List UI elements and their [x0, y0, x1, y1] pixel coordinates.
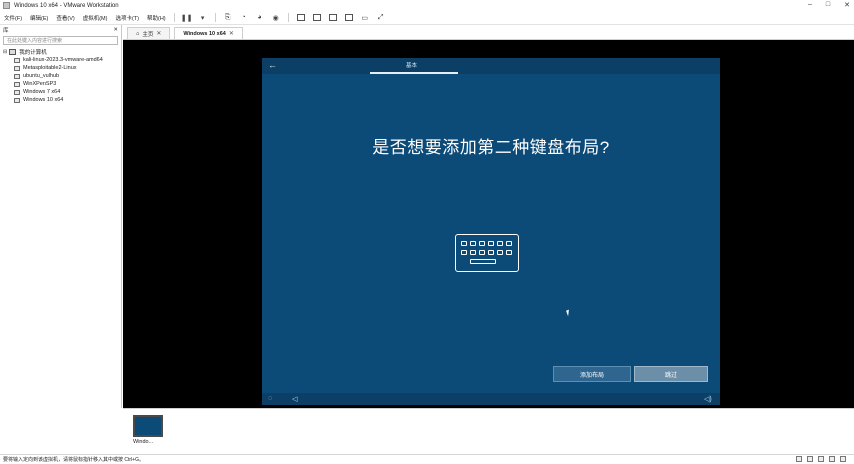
menu-file[interactable]: 文件(F): [0, 14, 26, 22]
vm-thumbnail-screen: [133, 415, 163, 437]
keyboard-icon: [455, 234, 519, 272]
tab-label: 主页: [142, 31, 154, 38]
sound-icon[interactable]: [840, 456, 846, 462]
setup-progress-indicator: [370, 72, 458, 74]
menu-tabs[interactable]: 选项卡(T): [111, 14, 143, 22]
vmware-app-icon: [3, 2, 10, 9]
guest-screen[interactable]: ← 基本 是否想要添加第二种键盘布局? 添加布局 跳过 ◌ ◁ ◁): [262, 58, 720, 405]
menu-view[interactable]: 查看(V): [52, 14, 78, 22]
vm-tree: ⊟ 我的计算机 kali-linux-2023.3-vmware-amd64 M…: [0, 48, 121, 104]
usb-icon[interactable]: [829, 456, 835, 462]
vm-icon: [14, 57, 20, 63]
setup-progress-label: 基本: [406, 63, 418, 69]
toolbar-separator: [214, 13, 216, 22]
close-tab-icon[interactable]: ✕: [156, 30, 161, 37]
library-search-input[interactable]: 在此处键入内容进行搜索: [3, 36, 118, 45]
menu-bar: 文件(F) 编辑(E) 查看(V) 虚拟机(M) 选项卡(T) 帮助(H) ❚❚…: [0, 11, 854, 25]
menu-vm[interactable]: 虚拟机(M): [79, 14, 112, 22]
unity-icon[interactable]: [344, 13, 354, 22]
status-bar: 要将输入定向到该虚拟机，请将鼠标指针移入其中或按 Ctrl+G。: [0, 454, 854, 464]
close-library-icon[interactable]: ✕: [113, 27, 118, 33]
vm-thumbnail[interactable]: Windo...: [133, 415, 165, 451]
vm-icon: [14, 81, 20, 87]
toolbar-separator: [287, 13, 289, 22]
setup-header: ← 基本: [262, 58, 720, 74]
mouse-cursor-icon: [566, 309, 571, 317]
close-icon[interactable]: ✕: [844, 1, 850, 9]
cd-drive-icon[interactable]: [807, 456, 813, 462]
volume-icon[interactable]: ◁): [704, 395, 712, 403]
back-arrow-icon[interactable]: ←: [268, 60, 277, 70]
network-icon[interactable]: [818, 456, 824, 462]
thumbnail-bar-icon[interactable]: [312, 13, 322, 22]
computer-icon: [9, 49, 17, 55]
library-search-placeholder: 在此处键入内容进行搜索: [7, 38, 63, 44]
window-controls: – □ ✕: [808, 1, 850, 9]
stretch-guest-icon[interactable]: ⤢: [376, 13, 386, 22]
full-screen-icon[interactable]: [328, 13, 338, 22]
audio-icon[interactable]: ◁: [292, 395, 297, 403]
library-title: 库: [3, 28, 9, 34]
title-bar: Windows 10 x64 - VMware Workstation – □ …: [0, 0, 854, 11]
revert-snapshot-icon[interactable]: ◕: [255, 13, 265, 22]
tree-item-label: WinXPenSP3: [23, 81, 57, 87]
keyboard-row: [461, 250, 512, 255]
tab-label: Windows 10 x64: [183, 30, 226, 37]
library-header: 库 ✕: [0, 25, 121, 35]
library-sidebar: 库 ✕ 在此处键入内容进行搜索 ⊟ 我的计算机 kali-linux-2023.…: [0, 25, 122, 408]
status-text: 要将输入定向到该虚拟机，请将鼠标指针移入其中或按 Ctrl+G。: [3, 457, 144, 463]
toolbar-separator: [173, 13, 175, 22]
snapshot-manager-icon[interactable]: ◉: [271, 13, 281, 22]
tree-item-win7[interactable]: Windows 7 x64: [0, 88, 121, 96]
minimize-icon[interactable]: –: [808, 1, 812, 9]
vm-icon: [14, 73, 20, 79]
tree-item-win10[interactable]: Windows 10 x64: [0, 96, 121, 104]
vm-console[interactable]: ← 基本 是否想要添加第二种键盘布局? 添加布局 跳过 ◌ ◁ ◁): [123, 40, 854, 408]
tree-item-label: Metasploitable2-Linux: [23, 65, 77, 71]
tree-root-label: 我的计算机: [19, 50, 47, 56]
vm-icon: [14, 65, 20, 71]
dropdown-icon[interactable]: ▾: [198, 13, 208, 22]
pause-icon[interactable]: ❚❚: [181, 13, 193, 22]
menu-help[interactable]: 帮助(H): [143, 14, 170, 22]
vm-thumbnail-label: Windo...: [133, 439, 154, 445]
skip-button[interactable]: 跳过: [634, 366, 708, 382]
tree-item-label: ubuntu_vulhub: [23, 73, 60, 79]
keyboard-row: [470, 259, 496, 264]
menu-edit[interactable]: 编辑(E): [26, 14, 52, 22]
add-layout-button[interactable]: 添加布局: [553, 366, 631, 382]
tree-item-label: kali-linux-2023.3-vmware-amd64: [23, 57, 103, 63]
vm-icon: [14, 97, 20, 103]
tree-root-my-computer[interactable]: ⊟ 我的计算机: [0, 48, 121, 56]
window-title: Windows 10 x64 - VMware Workstation: [14, 2, 119, 9]
snapshot-icon[interactable]: ◔: [239, 13, 249, 22]
device-status-icons: [796, 456, 846, 462]
tree-item-ubuntu[interactable]: ubuntu_vulhub: [0, 72, 121, 80]
vm-icon: [14, 89, 20, 95]
tab-bar: ⌂ 主页 ✕ Windows 10 x64 ✕: [123, 25, 854, 40]
collapse-icon[interactable]: ⊟: [3, 49, 7, 55]
keyboard-row: [461, 241, 512, 246]
setup-footer: ◌ ◁ ◁): [262, 393, 720, 405]
tree-item-label: Windows 7 x64: [23, 89, 61, 95]
ease-of-access-icon[interactable]: ◌: [268, 395, 272, 402]
thumbnail-bar: Windo...: [123, 408, 854, 454]
maximize-icon[interactable]: □: [826, 1, 830, 9]
tab-windows-10[interactable]: Windows 10 x64 ✕: [174, 27, 243, 39]
tab-home[interactable]: ⌂ 主页 ✕: [127, 27, 171, 39]
tree-item-label: Windows 10 x64: [23, 97, 64, 103]
tree-item-kali[interactable]: kali-linux-2023.3-vmware-amd64: [0, 56, 121, 64]
console-view-icon[interactable]: ▭: [360, 13, 370, 22]
show-library-icon[interactable]: [296, 13, 306, 22]
tree-item-metasploitable[interactable]: Metasploitable2-Linux: [0, 64, 121, 72]
tree-item-winxp[interactable]: WinXPenSP3: [0, 80, 121, 88]
setup-heading: 是否想要添加第二种键盘布局?: [372, 138, 610, 157]
send-ctrl-alt-del-icon[interactable]: ⎘: [223, 13, 233, 22]
home-icon: ⌂: [136, 30, 140, 37]
close-tab-icon[interactable]: ✕: [229, 30, 234, 37]
hard-disk-icon[interactable]: [796, 456, 802, 462]
